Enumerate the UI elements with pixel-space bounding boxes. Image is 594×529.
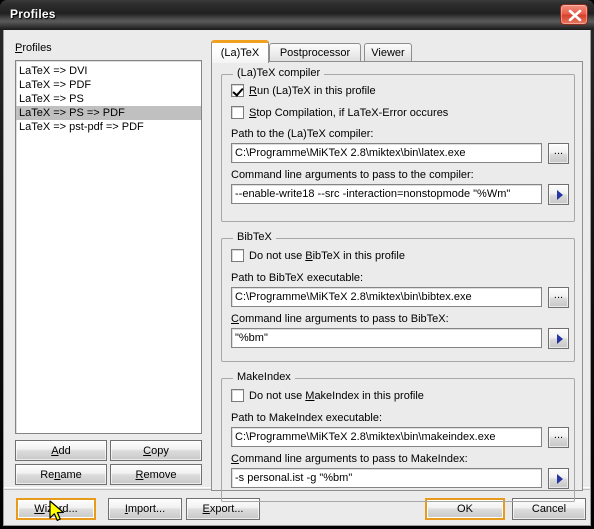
- bibtex-group: BibTeX Do not use BibTeX in this profile…: [221, 231, 575, 362]
- arrow-right-icon: [556, 189, 563, 200]
- latex-args-arrow-button[interactable]: [548, 184, 569, 205]
- checkbox-box: [231, 249, 244, 262]
- checkbox-box: [231, 106, 244, 119]
- latex-tab-panel: (La)TeX compiler Run (La)TeX in this pro…: [211, 61, 583, 502]
- tab-latex[interactable]: (La)TeX: [211, 40, 269, 63]
- ellipsis-icon: ...: [553, 144, 564, 157]
- remove-button[interactable]: Remove: [110, 464, 202, 485]
- profiles-dialog-window: Profiles Profiles LaTeX => DVI LaTeX => …: [0, 0, 594, 529]
- makeindex-path-label: Path to MakeIndex executable:: [231, 412, 383, 424]
- list-item[interactable]: LaTeX => pst-pdf => PDF: [16, 120, 201, 134]
- latex-path-browse-button[interactable]: ...: [548, 143, 569, 164]
- disable-makeindex-checkbox[interactable]: Do not use MakeIndex in this profile: [231, 389, 424, 402]
- import-button[interactable]: Import...: [108, 498, 182, 520]
- profiles-list-label: Profiles: [15, 42, 52, 54]
- bibtex-args-label: Command line arguments to pass to BibTeX…: [231, 313, 449, 325]
- disable-bibtex-checkbox[interactable]: Do not use BibTeX in this profile: [231, 249, 405, 262]
- disable-makeindex-checkbox-label: Do not use MakeIndex in this profile: [249, 389, 424, 402]
- latex-path-label: Path to the (La)TeX compiler:: [231, 128, 374, 140]
- checkbox-box: [231, 84, 244, 97]
- tab-postprocessor[interactable]: Postprocessor: [269, 43, 361, 62]
- stop-compilation-checkbox[interactable]: Stop Compilation, if LaTeX-Error occures: [231, 106, 448, 119]
- makeindex-group-title: MakeIndex: [233, 371, 295, 383]
- makeindex-args-input[interactable]: -s personal.ist -g "%bm": [231, 468, 542, 488]
- bibtex-path-browse-button[interactable]: ...: [548, 287, 569, 308]
- dialog-client-area: Profiles LaTeX => DVI LaTeX => PDF LaTeX…: [3, 30, 591, 512]
- close-icon[interactable]: [560, 4, 588, 25]
- title-bar: Profiles: [0, 0, 594, 30]
- ellipsis-icon: ...: [553, 288, 564, 301]
- window-title: Profiles: [10, 7, 56, 21]
- makeindex-group: MakeIndex Do not use MakeIndex in this p…: [221, 371, 575, 502]
- makeindex-args-label: Command line arguments to pass to MakeIn…: [231, 453, 468, 465]
- copy-button[interactable]: Copy: [110, 440, 202, 461]
- bibtex-args-arrow-button[interactable]: [548, 328, 569, 349]
- arrow-right-icon: [556, 473, 563, 484]
- run-latex-checkbox-label: Run (La)TeX in this profile: [249, 84, 376, 97]
- bibtex-group-title: BibTeX: [233, 231, 276, 243]
- makeindex-path-browse-button[interactable]: ...: [548, 427, 569, 448]
- disable-bibtex-checkbox-label: Do not use BibTeX in this profile: [249, 249, 405, 262]
- list-item-selected[interactable]: LaTeX => PS => PDF: [16, 106, 201, 120]
- list-item[interactable]: LaTeX => DVI: [16, 64, 201, 78]
- rename-button[interactable]: Rename: [15, 464, 107, 485]
- arrow-right-icon: [556, 333, 563, 344]
- stop-compilation-checkbox-label: Stop Compilation, if LaTeX-Error occures: [249, 106, 449, 119]
- list-item[interactable]: LaTeX => PS: [16, 92, 201, 106]
- run-latex-checkbox[interactable]: Run (La)TeX in this profile: [231, 84, 376, 97]
- ellipsis-icon: ...: [553, 428, 564, 441]
- tab-viewer[interactable]: Viewer: [364, 43, 412, 62]
- bibtex-args-input[interactable]: "%bm": [231, 328, 542, 348]
- bibtex-path-input[interactable]: C:\Programme\MiKTeX 2.8\miktex\bin\bibte…: [231, 287, 542, 307]
- list-item[interactable]: LaTeX => PDF: [16, 78, 201, 92]
- checkbox-box: [231, 389, 244, 402]
- latex-compiler-group: (La)TeX compiler Run (La)TeX in this pro…: [221, 67, 575, 222]
- profiles-listbox[interactable]: LaTeX => DVI LaTeX => PDF LaTeX => PS La…: [15, 60, 202, 434]
- profiles-list-label-rest: rofiles: [22, 42, 52, 54]
- tab-strip: (La)TeX Postprocessor Viewer: [211, 40, 583, 63]
- latex-path-input[interactable]: C:\Programme\MiKTeX 2.8\miktex\bin\latex…: [231, 143, 542, 163]
- wizard-button[interactable]: Wizard...: [16, 498, 96, 520]
- close-x-glyph: [568, 9, 582, 22]
- latex-args-input[interactable]: --enable-write18 --src -interaction=nons…: [231, 184, 542, 204]
- latex-compiler-group-title: (La)TeX compiler: [233, 67, 325, 79]
- latex-args-label: Command line arguments to pass to the co…: [231, 169, 474, 181]
- bibtex-path-label: Path to BibTeX executable:: [231, 272, 364, 284]
- makeindex-path-input[interactable]: C:\Programme\MiKTeX 2.8\miktex\bin\makei…: [231, 427, 542, 447]
- makeindex-args-arrow-button[interactable]: [548, 468, 569, 489]
- add-button[interactable]: Add: [15, 440, 107, 461]
